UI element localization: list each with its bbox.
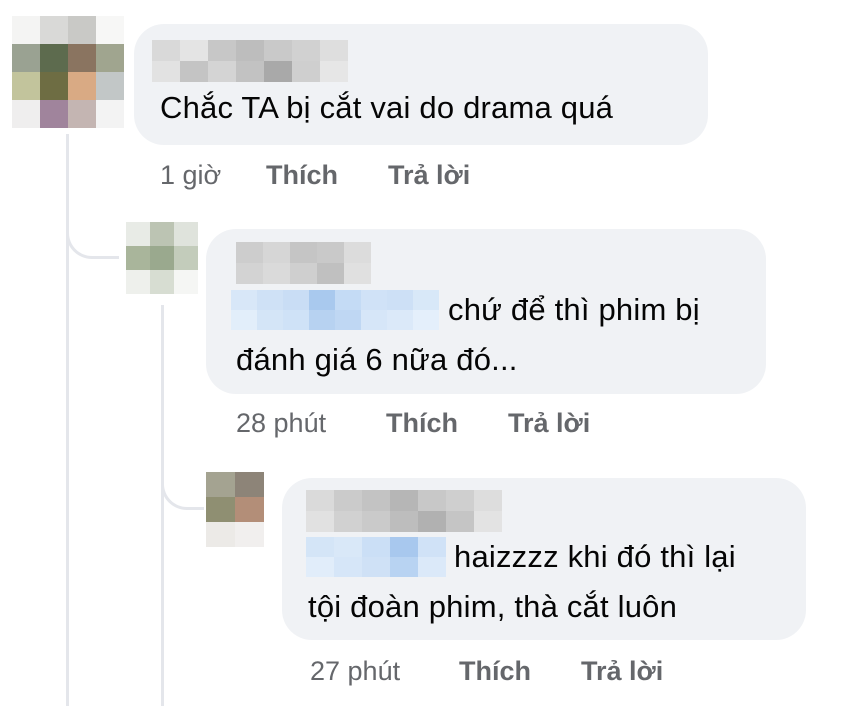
comment-time[interactable]: 27 phút	[310, 656, 400, 687]
like-button[interactable]: Thích	[266, 160, 338, 191]
author-name[interactable]	[236, 242, 372, 284]
author-name[interactable]	[152, 40, 348, 82]
comment-text: haizzzz khi đó thì lại tội đoàn phim, th…	[308, 539, 736, 624]
comment-time[interactable]: 1 giờ	[160, 160, 221, 191]
avatar[interactable]	[206, 472, 264, 548]
comment-text: Chắc TA bị cắt vai do drama quá	[160, 90, 614, 125]
reply-button[interactable]: Trả lời	[581, 656, 663, 687]
thread-connector-reply-1	[66, 200, 119, 259]
thread-connector-reply-2	[161, 455, 204, 510]
like-button[interactable]: Thích	[459, 656, 531, 687]
reply-button[interactable]: Trả lời	[508, 408, 590, 439]
author-name[interactable]	[306, 490, 502, 532]
comment-text: chứ để thì phim bị đánh giá 6 nữa đó...	[236, 292, 700, 377]
comment-time[interactable]: 28 phút	[236, 408, 326, 439]
like-button[interactable]: Thích	[386, 408, 458, 439]
reply-button[interactable]: Trả lời	[388, 160, 470, 191]
avatar[interactable]	[12, 16, 124, 128]
thread-line-reply	[161, 305, 164, 706]
avatar[interactable]	[126, 222, 198, 294]
